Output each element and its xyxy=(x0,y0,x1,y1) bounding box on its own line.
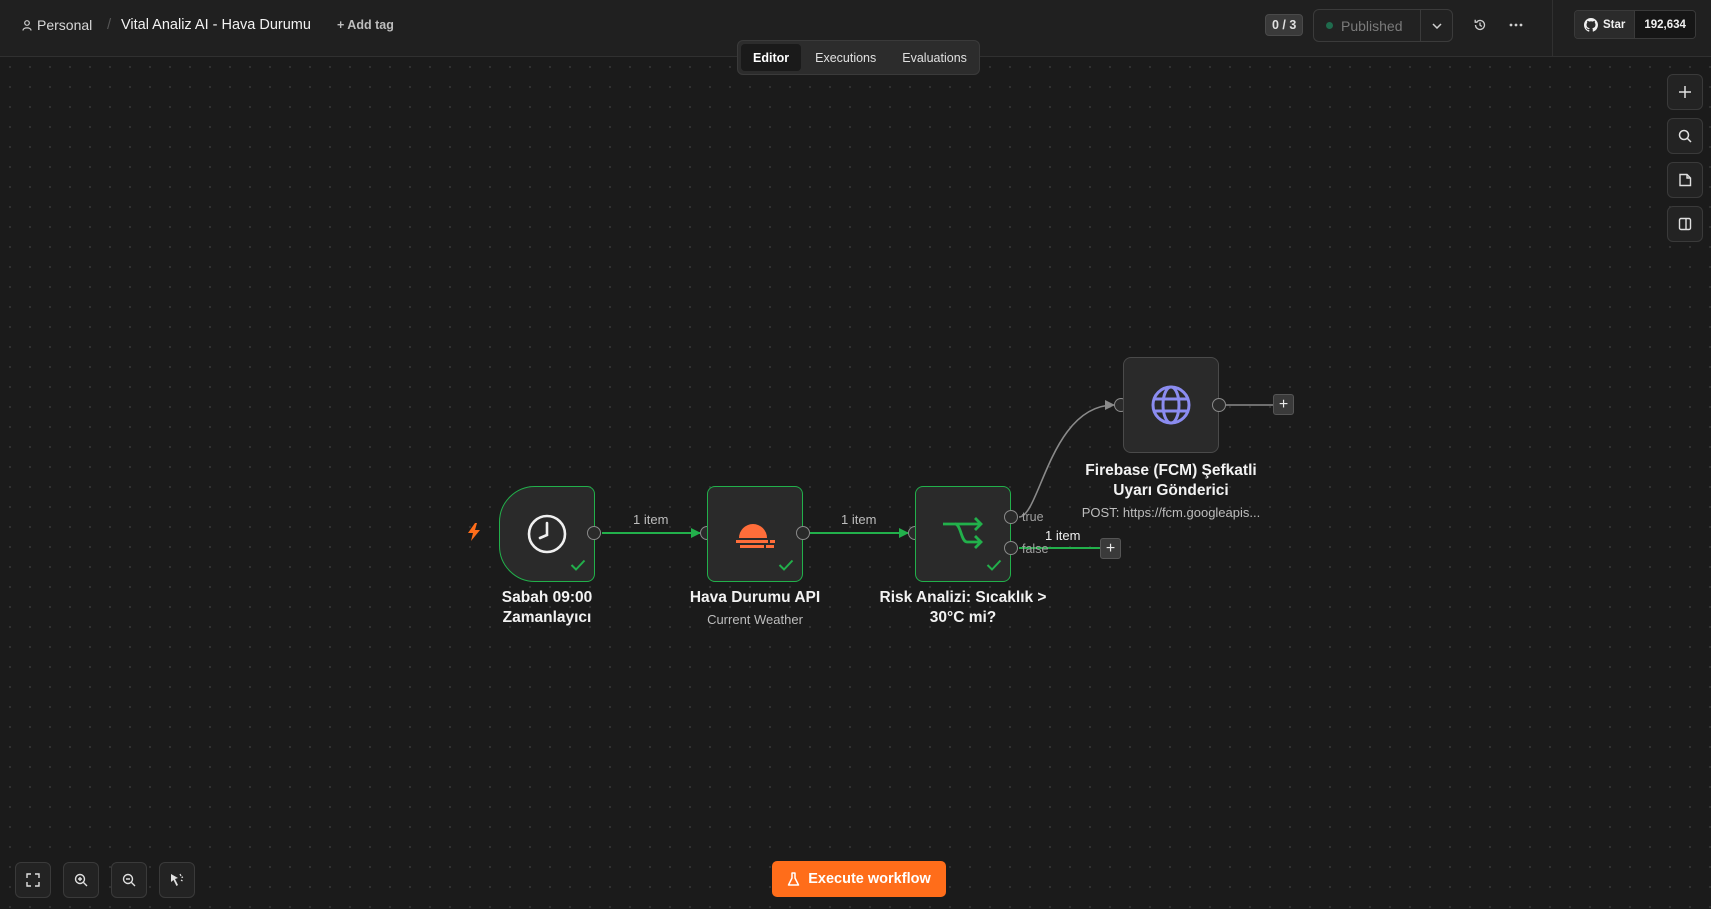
node-label-trigger-line2: Zamanlayıcı xyxy=(502,609,592,626)
zoom-in-button[interactable] xyxy=(63,862,99,898)
plus-icon: + xyxy=(1105,539,1116,557)
tidy-up-button[interactable] xyxy=(159,862,195,898)
edge-label-weather-risk: 1 item xyxy=(841,512,877,527)
node-subtitle-firebase: POST: https://fcm.googleapis... xyxy=(1081,505,1261,520)
wand-icon xyxy=(171,873,184,886)
zoom-out-button[interactable] xyxy=(111,862,147,898)
lightning-icon xyxy=(468,523,480,541)
publish-dropdown-button[interactable] xyxy=(1421,10,1452,41)
sticky-note-icon xyxy=(1679,173,1692,187)
github-star-widget[interactable]: Star 192,634 xyxy=(1574,10,1696,39)
node-label-risk-line2: 30°C mi? xyxy=(929,609,997,626)
fit-view-button[interactable] xyxy=(15,862,51,898)
globe-icon xyxy=(1151,385,1191,425)
chevron-down-icon xyxy=(1431,22,1442,29)
node-label-risk-line1: Risk Analizi: Sıcaklık > xyxy=(879,589,1047,606)
trigger-indicator xyxy=(467,523,481,546)
clock-icon xyxy=(527,514,567,554)
breadcrumb-project[interactable]: Personal xyxy=(22,17,92,33)
add-node-button[interactable] xyxy=(1667,74,1703,110)
success-check xyxy=(778,558,794,576)
execute-workflow-label: Execute workflow xyxy=(808,871,931,887)
history-icon xyxy=(1474,19,1486,31)
github-star-count: 192,634 xyxy=(1635,11,1695,38)
branch-label-false: false xyxy=(1022,542,1049,556)
tab-editor[interactable]: Editor xyxy=(741,44,802,71)
search-icon xyxy=(1678,129,1692,143)
plus-icon: + xyxy=(1278,395,1289,413)
check-icon xyxy=(986,559,1002,571)
plus-icon xyxy=(1679,86,1691,98)
more-horizontal-icon xyxy=(1509,23,1523,27)
github-icon xyxy=(1584,17,1598,32)
panel-icon xyxy=(1678,217,1692,231)
node-label-trigger: Sabah 09:00 Zamanlayıcı xyxy=(460,588,634,628)
github-star-button[interactable]: Star xyxy=(1575,11,1636,38)
zoom-out-icon xyxy=(122,873,136,887)
workflow-canvas[interactable] xyxy=(0,57,1711,909)
tab-executions[interactable]: Executions xyxy=(803,44,888,71)
branch-label-true: true xyxy=(1022,510,1044,524)
github-star-label: Star xyxy=(1603,18,1626,31)
weather-output-port[interactable] xyxy=(796,526,810,540)
add-node-after-false-button[interactable]: + xyxy=(1100,538,1121,559)
add-node-after-firebase-button[interactable]: + xyxy=(1273,394,1294,415)
user-icon xyxy=(22,19,32,31)
toggle-panel-button[interactable] xyxy=(1667,206,1703,242)
edge-label-risk-false: 1 item xyxy=(1045,528,1081,543)
view-tabs: Editor Executions Evaluations xyxy=(737,40,980,75)
success-check xyxy=(986,558,1002,576)
execute-workflow-button[interactable]: Execute workflow xyxy=(772,861,946,897)
firebase-output-port[interactable] xyxy=(1212,398,1226,412)
history-button[interactable] xyxy=(1469,14,1491,36)
add-tag-button[interactable]: + Add tag xyxy=(337,18,394,32)
sticky-note-button[interactable] xyxy=(1667,162,1703,198)
search-nodes-button[interactable] xyxy=(1667,118,1703,154)
tab-evaluations[interactable]: Evaluations xyxy=(890,44,979,71)
more-options-button[interactable] xyxy=(1505,14,1527,36)
risk-true-port[interactable] xyxy=(1004,510,1018,524)
node-label-risk: Risk Analizi: Sıcaklık > 30°C mi? xyxy=(863,588,1063,628)
node-label-firebase: Firebase (FCM) Şefkatli Uyarı Gönderici xyxy=(1061,461,1281,501)
node-schedule-trigger[interactable] xyxy=(499,486,595,582)
node-risk-if[interactable] xyxy=(915,486,1011,582)
node-label-trigger-line1: Sabah 09:00 xyxy=(501,589,593,606)
weather-icon xyxy=(736,524,775,548)
header-divider xyxy=(1552,0,1553,57)
flask-icon xyxy=(788,871,800,886)
workflow-counter-badge: 0 / 3 xyxy=(1265,14,1304,36)
breadcrumb-project-label: Personal xyxy=(37,17,93,33)
node-subtitle-weather: Current Weather xyxy=(707,612,803,627)
risk-false-port[interactable] xyxy=(1004,541,1018,555)
node-label-firebase-line2: Uyarı Gönderici xyxy=(1113,482,1229,499)
breadcrumb-separator: / xyxy=(107,16,112,33)
if-branch-icon xyxy=(943,517,983,549)
workflow-title[interactable]: Vital Analiz AI - Hava Durumu xyxy=(121,17,311,33)
edge-label-trigger-weather: 1 item xyxy=(633,512,669,527)
node-icon-wrap xyxy=(1124,358,1218,452)
node-label-firebase-line1: Firebase (FCM) Şefkatli xyxy=(1085,462,1257,479)
node-firebase-http[interactable] xyxy=(1123,357,1219,453)
publish-label: Published xyxy=(1341,17,1403,34)
node-label-weather: Hava Durumu API xyxy=(689,589,821,606)
publish-control: Published xyxy=(1313,9,1453,42)
success-check xyxy=(570,558,586,576)
node-weather-api[interactable] xyxy=(707,486,803,582)
publish-status-dot xyxy=(1326,22,1333,29)
zoom-in-icon xyxy=(74,873,88,887)
publish-button[interactable]: Published xyxy=(1314,10,1421,41)
check-icon xyxy=(570,559,586,571)
check-icon xyxy=(778,559,794,571)
fit-view-icon xyxy=(26,873,40,887)
trigger-output-port[interactable] xyxy=(587,526,601,540)
